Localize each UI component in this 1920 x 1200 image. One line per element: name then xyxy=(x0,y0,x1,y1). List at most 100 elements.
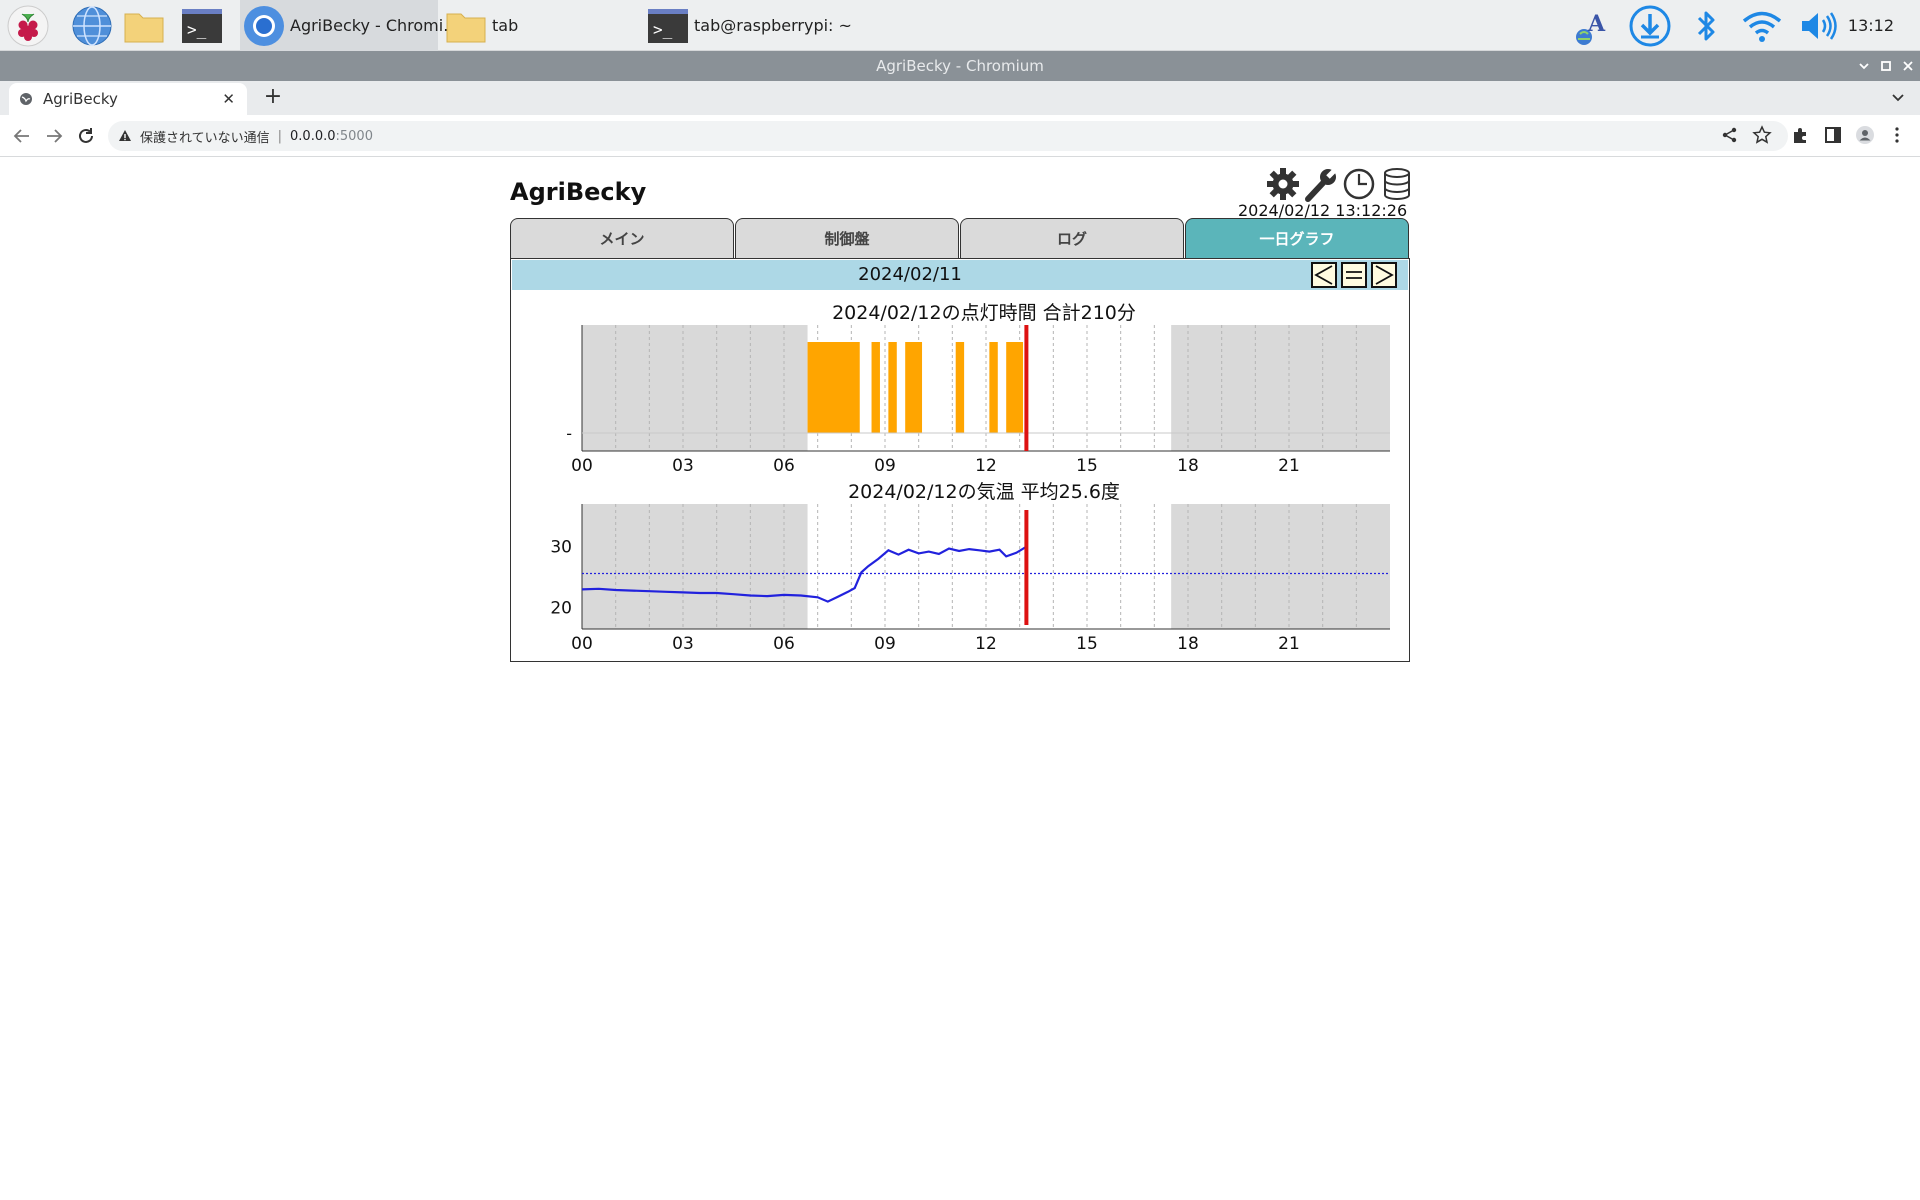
night-shade xyxy=(1171,504,1390,629)
tab-main[interactable]: メイン xyxy=(510,218,734,258)
x-tick-label: 00 xyxy=(571,456,593,476)
tab-control-panel[interactable]: 制御盤 xyxy=(735,218,959,258)
y-tick-label: - xyxy=(566,424,572,443)
os-taskbar: >_ AgriBecky - Chromi... tab >_ tab@rasp… xyxy=(0,0,1920,51)
terminal-icon: >_ xyxy=(648,8,688,43)
x-tick-label: 03 xyxy=(672,456,694,476)
y-tick-label: 20 xyxy=(550,599,572,619)
browser-menu-icon[interactable] xyxy=(1887,125,1907,145)
download-update-icon[interactable] xyxy=(1628,4,1672,48)
database-icon[interactable] xyxy=(1380,166,1414,202)
close-tab-icon[interactable]: ✕ xyxy=(222,90,235,108)
taskbar-task-label: AgriBecky - Chromi... xyxy=(290,16,459,35)
browser-tab[interactable]: AgriBecky ✕ xyxy=(9,83,247,115)
clock-icon[interactable] xyxy=(1342,166,1376,202)
previous-day-icon xyxy=(1314,265,1333,285)
reload-icon[interactable] xyxy=(75,125,97,147)
next-day-button[interactable] xyxy=(1371,262,1397,288)
bookmark-star-icon[interactable] xyxy=(1752,125,1772,145)
x-tick-label: 12 xyxy=(975,634,997,654)
x-tick-label: 09 xyxy=(874,456,896,476)
file-manager-launcher-icon[interactable] xyxy=(122,4,166,48)
light-on-bar xyxy=(888,342,897,433)
profile-avatar-icon[interactable] xyxy=(1855,125,1875,145)
wifi-icon[interactable] xyxy=(1740,4,1784,48)
minimize-window-icon[interactable] xyxy=(1858,60,1870,72)
address-bar[interactable]: 保護されていない通信 | 0.0.0.0:5000 xyxy=(108,121,1788,151)
browser-tab-strip: AgriBecky ✕ + xyxy=(0,81,1920,115)
x-tick-label: 15 xyxy=(1076,634,1098,654)
app-header-icons xyxy=(1266,166,1414,202)
svg-text:A: A xyxy=(1587,11,1606,37)
taskbar-task-label: tab xyxy=(492,16,519,35)
x-tick-label: 15 xyxy=(1076,456,1098,476)
light-on-bar xyxy=(871,342,880,433)
y-tick-label: 30 xyxy=(550,538,572,558)
x-tick-label: 18 xyxy=(1177,456,1199,476)
web-browser-launcher-icon[interactable] xyxy=(70,4,114,48)
url-port: :5000 xyxy=(335,128,373,144)
svg-text:>_: >_ xyxy=(187,20,207,39)
side-panel-icon[interactable] xyxy=(1823,125,1843,145)
browser-tab-title: AgriBecky xyxy=(43,90,118,108)
light-on-bar xyxy=(955,342,965,433)
x-tick-label: 21 xyxy=(1278,634,1300,654)
chromium-icon xyxy=(244,5,284,46)
gear-icon[interactable] xyxy=(1266,166,1300,202)
folder-icon xyxy=(446,13,486,42)
svg-text:>_: >_ xyxy=(653,20,673,39)
x-tick-label: 09 xyxy=(874,634,896,654)
light-on-bar xyxy=(905,342,923,433)
daily-charts: 2024/02/12の点灯時間 合計210分 00 03 06 09 12 15 18 21 - 2… xyxy=(550,302,1390,654)
wrench-icon[interactable] xyxy=(1304,166,1338,202)
maximize-window-icon[interactable] xyxy=(1880,60,1892,72)
taskbar-task-terminal[interactable]: >_ tab@raspberrypi: ~ xyxy=(644,0,904,51)
app-title: AgriBecky xyxy=(510,178,647,206)
light-on-bar xyxy=(807,342,860,433)
share-icon[interactable] xyxy=(1720,125,1740,145)
night-shade xyxy=(1171,325,1390,451)
forward-arrow-icon[interactable] xyxy=(43,125,65,147)
taskbar-task-file-manager[interactable]: tab xyxy=(442,0,642,51)
tab-daily-graph[interactable]: 一日グラフ xyxy=(1185,218,1409,258)
tab-log[interactable]: ログ xyxy=(960,218,1184,258)
app-tabs: メイン 制御盤 ログ 一日グラフ xyxy=(510,218,1410,258)
globe-favicon-icon xyxy=(20,93,32,105)
previous-day-button[interactable] xyxy=(1311,262,1337,288)
not-secure-warning-icon[interactable] xyxy=(118,129,132,143)
extensions-puzzle-icon[interactable] xyxy=(1791,125,1811,145)
window-controls xyxy=(1858,51,1914,81)
raspberry-menu-icon[interactable] xyxy=(6,4,50,48)
date-navigation-bar: 2024/02/11 xyxy=(512,260,1408,290)
daily-graph-panel: 2024/02/11 2024/02/12の点灯時間 合計210分 00 03 06 0… xyxy=(510,258,1410,662)
volume-icon[interactable] xyxy=(1796,4,1840,48)
url-separator: | xyxy=(277,128,283,144)
new-tab-button[interactable]: + xyxy=(260,85,286,111)
chart-title: 2024/02/12の気温 平均25.6度 xyxy=(848,481,1120,503)
security-label: 保護されていない通信 xyxy=(140,130,270,146)
page-content: AgriBecky 2024/02/12 13:12:26 メイン 制御盤 ログ… xyxy=(510,162,1410,662)
browser-toolbar: 保護されていない通信 | 0.0.0.0:5000 xyxy=(0,115,1920,157)
url-host: 0.0.0.0 xyxy=(290,128,336,144)
bluetooth-icon[interactable] xyxy=(1684,4,1728,48)
light-on-bar xyxy=(989,342,998,433)
today-button[interactable] xyxy=(1341,262,1367,288)
taskbar-task-label: tab@raspberrypi: ~ xyxy=(694,16,852,35)
x-tick-label: 03 xyxy=(672,634,694,654)
window-title: AgriBecky - Chromium xyxy=(0,51,1920,81)
close-window-icon[interactable] xyxy=(1902,60,1914,72)
x-tick-label: 12 xyxy=(975,456,997,476)
input-method-icon[interactable]: A xyxy=(1572,4,1616,48)
x-tick-label: 18 xyxy=(1177,634,1199,654)
x-tick-label: 21 xyxy=(1278,456,1300,476)
taskbar-clock[interactable]: 13:12 xyxy=(1848,16,1894,35)
chart-title: 2024/02/12の点灯時間 合計210分 xyxy=(832,302,1136,324)
taskbar-task-chromium[interactable]: AgriBecky - Chromi... xyxy=(240,0,458,51)
selected-date: 2024/02/11 xyxy=(858,264,962,285)
tab-search-icon[interactable] xyxy=(1888,87,1908,107)
terminal-launcher-icon[interactable]: >_ xyxy=(180,4,224,48)
x-tick-label: 00 xyxy=(571,634,593,654)
x-tick-label: 06 xyxy=(773,634,795,654)
next-day-icon xyxy=(1375,265,1394,285)
back-arrow-icon[interactable] xyxy=(11,125,33,147)
